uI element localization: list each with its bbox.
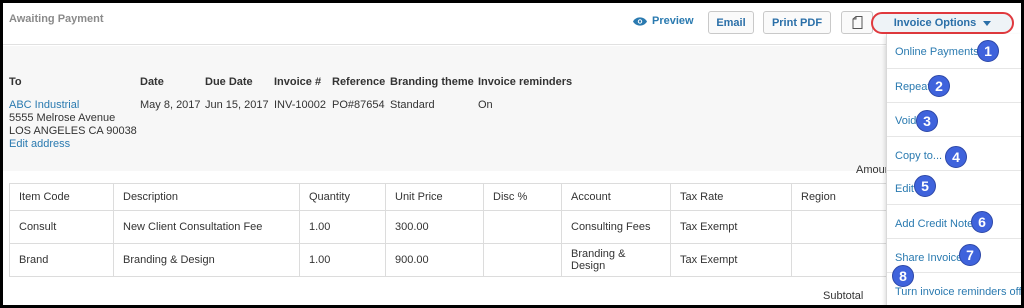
column-header: Region xyxy=(791,183,888,211)
table-cell[interactable]: Tax Exempt xyxy=(670,210,792,244)
invoice-toolbar: Awaiting Payment Preview Email Print PDF… xyxy=(3,3,1021,45)
annotation-badge: 7 xyxy=(959,244,981,266)
table-cell[interactable]: New Client Consultation Fee xyxy=(113,210,300,244)
reminders-label: Invoice reminders xyxy=(478,76,573,88)
amounts-label: Amour xyxy=(856,164,889,176)
table-cell[interactable] xyxy=(483,210,562,244)
annotation-badge: 8 xyxy=(892,265,914,287)
invoice-number-column: Invoice # INV-10002 xyxy=(274,76,326,112)
menu-item-add-credit-note[interactable]: Add Credit Note xyxy=(895,218,973,230)
table-cell[interactable]: Tax Exempt xyxy=(670,243,792,277)
reminders-value: On xyxy=(478,99,493,111)
annotation-badge: 3 xyxy=(916,110,938,132)
invoice-number-value: INV-10002 xyxy=(274,99,326,111)
preview-label: Preview xyxy=(652,15,694,27)
date-label: Date xyxy=(140,76,164,88)
table-cell[interactable] xyxy=(791,243,888,277)
table-row[interactable]: Brand Branding & Design 1.00 900.00 Bran… xyxy=(9,243,888,277)
menu-item-turn-reminders-off[interactable]: Turn invoice reminders off xyxy=(895,286,1021,298)
menu-item-edit[interactable]: Edit xyxy=(895,183,914,195)
menu-divider xyxy=(887,136,1021,137)
reference-value: PO#87654 xyxy=(332,99,385,111)
table-cell[interactable]: 1.00 xyxy=(299,210,386,244)
to-column: To ABC Industrial 5555 Melrose Avenue LO… xyxy=(9,76,137,151)
invoice-window: Awaiting Payment Preview Email Print PDF… xyxy=(0,0,1024,308)
menu-item-share-invoice[interactable]: Share Invoice xyxy=(895,252,962,264)
reminders-column: Invoice reminders On xyxy=(478,76,572,112)
table-cell[interactable]: 300.00 xyxy=(385,210,484,244)
invoice-status: Awaiting Payment xyxy=(9,13,104,25)
menu-item-repeat[interactable]: Repeat xyxy=(895,81,930,93)
menu-divider xyxy=(887,68,1021,69)
column-header: Item Code xyxy=(9,183,114,211)
invoice-options-button[interactable]: Invoice Options xyxy=(871,12,1014,34)
address-line-2: LOS ANGELES CA 90038 xyxy=(9,125,137,137)
menu-item-copy-to[interactable]: Copy to... xyxy=(895,150,942,162)
edit-address-link[interactable]: Edit address xyxy=(9,138,137,151)
table-cell[interactable]: Brand xyxy=(9,243,114,277)
table-cell[interactable]: Consulting Fees xyxy=(561,210,671,244)
eye-icon xyxy=(633,16,647,26)
table-cell[interactable]: Branding & Design xyxy=(113,243,300,277)
annotation-badge: 6 xyxy=(971,211,993,233)
menu-item-void[interactable]: Void xyxy=(895,115,916,127)
table-header-row: Item Code Description Quantity Unit Pric… xyxy=(9,183,888,211)
due-date-column: Due Date Jun 15, 2017 xyxy=(205,76,269,112)
due-date-label: Due Date xyxy=(205,76,253,88)
email-button[interactable]: Email xyxy=(708,11,754,34)
column-header: Tax Rate xyxy=(670,183,792,211)
branding-label: Branding theme xyxy=(390,76,474,88)
annotation-badge: 2 xyxy=(928,75,950,97)
menu-divider xyxy=(887,238,1021,239)
table-cell[interactable]: 900.00 xyxy=(385,243,484,277)
branding-value: Standard xyxy=(390,99,435,111)
branding-column: Branding theme Standard xyxy=(390,76,474,112)
table-cell[interactable]: Consult xyxy=(9,210,114,244)
chevron-down-icon xyxy=(983,20,992,26)
customer-link[interactable]: ABC Industrial xyxy=(9,99,137,112)
column-header: Quantity xyxy=(299,183,386,211)
table-row[interactable]: Consult New Client Consultation Fee 1.00… xyxy=(9,210,888,244)
menu-item-online-payments[interactable]: Online Payments xyxy=(895,46,979,58)
annotation-badge: 1 xyxy=(977,40,999,62)
invoice-number-label: Invoice # xyxy=(274,76,322,88)
column-header: Unit Price xyxy=(385,183,484,211)
document-icon xyxy=(852,16,862,29)
line-items-table: Item Code Description Quantity Unit Pric… xyxy=(9,183,888,277)
table-cell[interactable]: 1.00 xyxy=(299,243,386,277)
print-pdf-button[interactable]: Print PDF xyxy=(763,11,831,34)
invoice-details: To ABC Industrial 5555 Melrose Avenue LO… xyxy=(3,46,1021,176)
menu-divider xyxy=(887,204,1021,205)
date-column: Date May 8, 2017 xyxy=(140,76,201,112)
annotation-badge: 5 xyxy=(914,175,936,197)
preview-button[interactable]: Preview xyxy=(633,15,694,27)
column-header: Account xyxy=(561,183,671,211)
column-header: Disc % xyxy=(483,183,562,211)
annotation-badge: 4 xyxy=(945,146,967,168)
table-cell[interactable] xyxy=(483,243,562,277)
menu-divider xyxy=(887,102,1021,103)
table-cell[interactable]: Branding & Design xyxy=(561,243,671,277)
subtotal-label: Subtotal xyxy=(823,290,864,302)
address-line-1: 5555 Melrose Avenue xyxy=(9,112,116,124)
to-label: To xyxy=(9,76,22,88)
menu-divider xyxy=(887,170,1021,171)
copy-document-button[interactable] xyxy=(841,11,873,34)
date-value: May 8, 2017 xyxy=(140,99,201,111)
invoice-options-label: Invoice Options xyxy=(893,17,977,29)
table-cell[interactable] xyxy=(791,210,888,244)
reference-label: Reference xyxy=(332,76,386,88)
due-date-value: Jun 15, 2017 xyxy=(205,99,269,111)
reference-column: Reference PO#87654 xyxy=(332,76,385,112)
column-header: Description xyxy=(113,183,300,211)
